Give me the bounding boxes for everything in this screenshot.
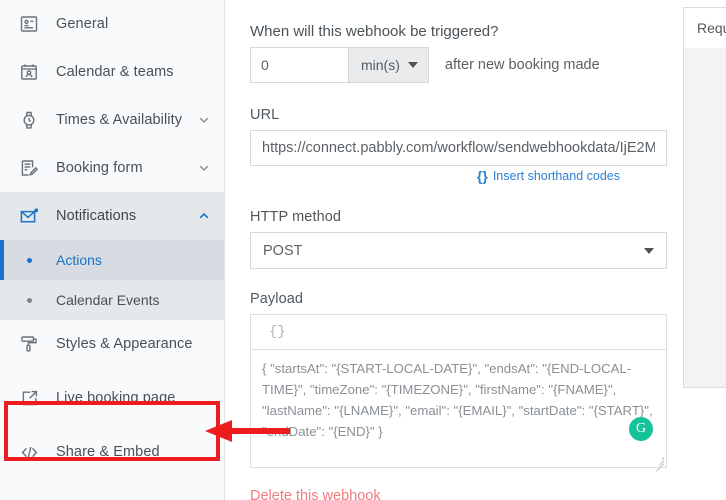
chevron-up-icon[interactable]	[196, 208, 212, 224]
sidebar-item-label: Booking form	[56, 160, 143, 176]
sidebar-item-label: Calendar & teams	[56, 64, 174, 80]
envelope-alert-icon	[16, 203, 42, 229]
tab-request[interactable]: Requ	[684, 8, 726, 48]
external-link-icon	[16, 385, 42, 411]
watch-icon	[16, 107, 42, 133]
sidebar-item-times-availability[interactable]: Times & Availability	[0, 96, 224, 144]
sidebar-item-label: Times & Availability	[56, 112, 183, 128]
code-brackets-icon	[16, 439, 42, 465]
sidebar-item-notifications[interactable]: Notifications	[0, 192, 224, 240]
tab-request-label: Requ	[697, 19, 726, 36]
webhook-url-input[interactable]	[250, 130, 667, 166]
sidebar-item-label: General	[56, 16, 109, 32]
payload-textarea[interactable]: { "startsAt": "{START-LOCAL-DATE}", "end…	[250, 349, 667, 472]
insert-shorthand-codes-label: Insert shorthand codes	[492, 169, 620, 183]
http-method-select[interactable]: POST	[250, 232, 667, 269]
chevron-down-icon	[644, 247, 654, 254]
payload-value-text: { "startsAt": "{START-LOCAL-DATE}", "end…	[262, 361, 657, 439]
http-method-label: HTTP method	[250, 209, 342, 225]
sidebar-item-booking-form[interactable]: Booking form	[0, 144, 224, 192]
delay-unit-value: min(s)	[361, 57, 400, 73]
chevron-down-icon[interactable]	[196, 160, 212, 176]
delay-unit-select[interactable]: min(s)	[348, 47, 429, 83]
active-indicator-bar	[0, 240, 4, 280]
webhook-settings-screen: General Calendar & teams Times & Availab…	[0, 0, 726, 500]
textarea-resize-handle[interactable]	[653, 454, 665, 472]
sidebar-subitem-label: Calendar Events	[56, 292, 160, 308]
sidebar-item-calendar-teams[interactable]: Calendar & teams	[0, 48, 224, 96]
bullet-dot-icon	[16, 257, 42, 263]
sidebar-subitem-actions[interactable]: Actions	[0, 240, 224, 280]
payload-placeholder-field[interactable]: {}	[250, 314, 667, 349]
insert-shorthand-codes-link[interactable]: {} Insert shorthand codes	[477, 168, 620, 184]
trigger-delay-row: min(s) after new booking made	[250, 47, 600, 83]
curly-braces-icon: {}	[476, 168, 488, 184]
grammarly-letter: G	[635, 420, 647, 436]
request-side-panel: Requ	[683, 7, 726, 388]
sidebar-subitem-label: Actions	[56, 252, 102, 268]
bullet-dot-icon	[16, 297, 42, 303]
sidebar-item-label: Live booking page	[56, 390, 176, 406]
payload-label: Payload	[250, 291, 304, 307]
id-card-icon	[16, 11, 42, 37]
grammarly-icon[interactable]: G	[629, 417, 653, 441]
chevron-down-icon	[407, 62, 418, 68]
sidebar-item-label: Share & Embed	[56, 444, 160, 460]
sidebar-item-share-embed[interactable]: Share & Embed	[0, 428, 224, 476]
sidebar-item-live-booking-page[interactable]: Live booking page	[0, 368, 224, 428]
trigger-suffix-text: after new booking made	[444, 57, 600, 73]
sidebar-item-label: Styles & Appearance	[56, 336, 193, 352]
http-method-value: POST	[263, 242, 303, 259]
chevron-down-icon[interactable]	[196, 112, 212, 128]
paint-roller-icon	[16, 331, 42, 357]
delete-webhook-link[interactable]: Delete this webhook	[250, 488, 381, 500]
payload-placeholder-text: {}	[269, 324, 286, 340]
calendar-person-icon	[16, 59, 42, 85]
form-edit-icon	[16, 155, 42, 181]
url-label: URL	[250, 107, 280, 123]
settings-sidebar: General Calendar & teams Times & Availab…	[0, 0, 225, 500]
sidebar-item-label: Notifications	[56, 208, 137, 224]
delay-value-input[interactable]	[250, 47, 348, 83]
webhook-form-panel: When will this webhook be triggered? min…	[226, 0, 681, 500]
sidebar-subitem-calendar-events[interactable]: Calendar Events	[0, 280, 224, 320]
sidebar-item-styles-appearance[interactable]: Styles & Appearance	[0, 320, 224, 368]
trigger-question-label: When will this webhook be triggered?	[250, 23, 499, 40]
sidebar-item-general[interactable]: General	[0, 0, 224, 48]
